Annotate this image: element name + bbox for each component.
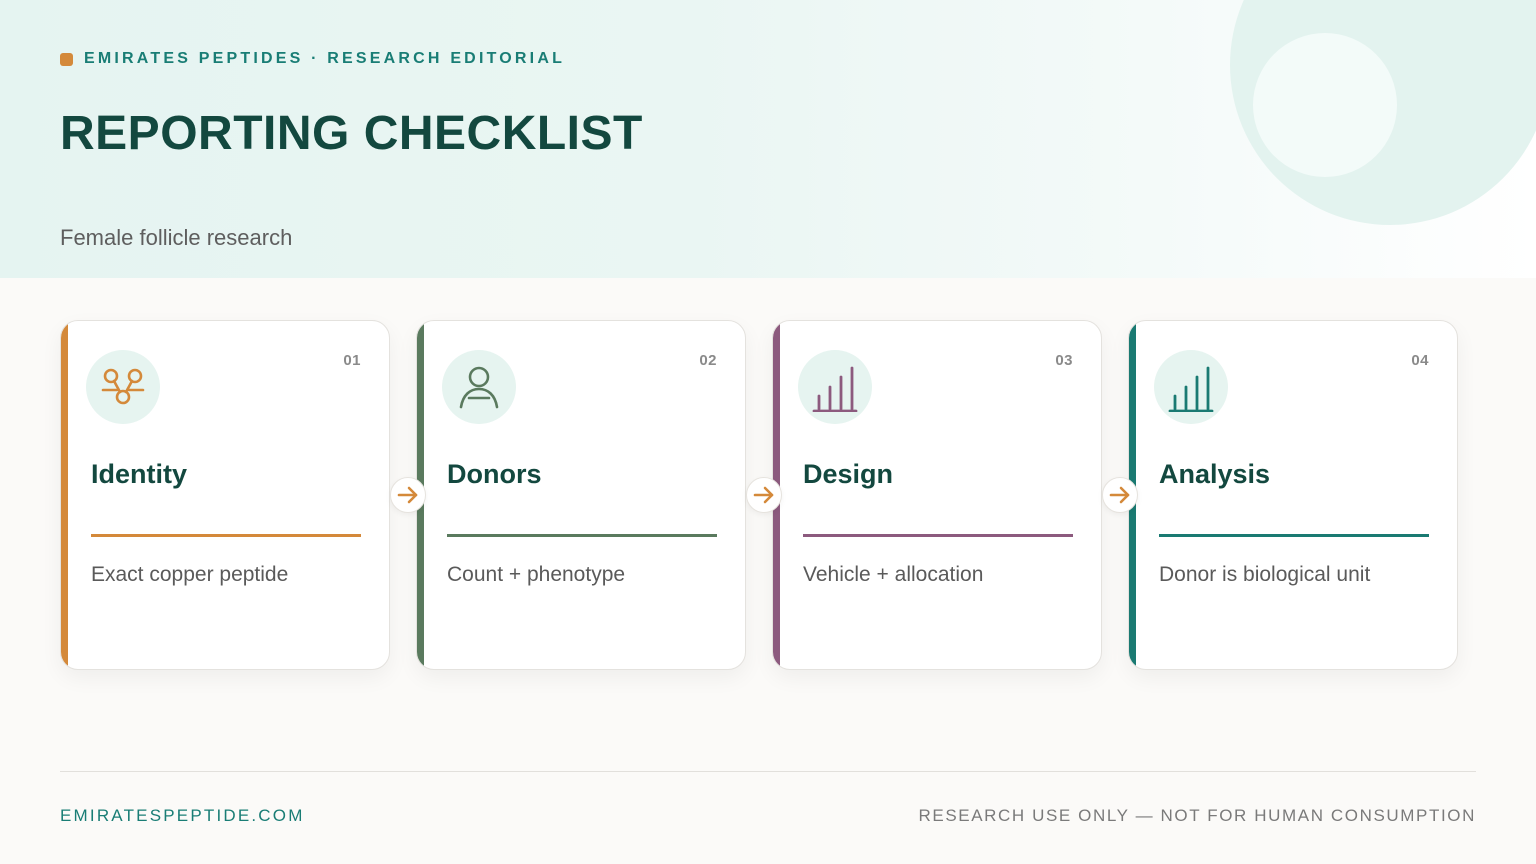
card-description: Count + phenotype — [447, 563, 626, 586]
header-band: EMIRATES PEPTIDES · RESEARCH EDITORIAL R… — [0, 0, 1536, 278]
card-description: Vehicle + allocation — [803, 563, 984, 586]
icon-badge — [86, 350, 160, 424]
person-icon — [459, 366, 499, 409]
card-number: 03 — [1055, 352, 1073, 369]
card-number: 01 — [343, 352, 361, 369]
card-divider — [447, 534, 717, 537]
connector-3-4 — [1102, 477, 1138, 513]
bar-chart-icon — [1168, 366, 1214, 412]
icon-badge — [442, 350, 516, 424]
connector-1-2 — [390, 477, 426, 513]
checklist-card-identity: 01 Identity Exact copper peptide — [60, 320, 390, 670]
page-subtitle: Female follicle research — [60, 225, 293, 250]
icon-badge — [798, 350, 872, 424]
card-description: Donor is biological unit — [1159, 563, 1371, 586]
connector-2-3 — [746, 477, 782, 513]
arrow-right-icon — [1109, 486, 1130, 504]
checklist-card-donors: 02 Donors Count + phenotype — [416, 320, 746, 670]
molecule-icon — [101, 368, 145, 405]
arrow-right-icon — [753, 486, 774, 504]
card-accent-bar — [61, 321, 68, 669]
footer-disclaimer: RESEARCH USE ONLY — NOT FOR HUMAN CONSUM… — [918, 806, 1476, 825]
bar-chart-icon — [812, 366, 858, 412]
brand-label: EMIRATES PEPTIDES · RESEARCH EDITORIAL — [84, 50, 566, 67]
card-title: Donors — [447, 459, 542, 489]
card-divider — [803, 534, 1073, 537]
decorative-circle-inner — [1253, 33, 1397, 177]
card-description: Exact copper peptide — [91, 563, 289, 586]
checklist-card-design: 03 Design Vehicle + allocation — [772, 320, 1102, 670]
brand-square-icon — [60, 52, 73, 66]
footer-divider — [60, 771, 1476, 772]
card-divider — [91, 534, 361, 537]
card-number: 04 — [1411, 352, 1429, 369]
card-title: Identity — [91, 459, 188, 489]
arrow-right-icon — [397, 486, 418, 504]
brand-eyebrow: EMIRATES PEPTIDES · RESEARCH EDITORIAL — [60, 50, 565, 68]
card-number: 02 — [699, 352, 717, 369]
card-title: Analysis — [1159, 459, 1271, 489]
checklist-card-analysis: 04 Analysis Donor is biological unit — [1128, 320, 1458, 670]
card-title: Design — [803, 459, 894, 489]
card-divider — [1159, 534, 1429, 537]
page-title: REPORTING CHECKLIST — [60, 107, 643, 160]
footer-website: EMIRATESPEPTIDE.COM — [60, 806, 305, 825]
icon-badge — [1154, 350, 1228, 424]
